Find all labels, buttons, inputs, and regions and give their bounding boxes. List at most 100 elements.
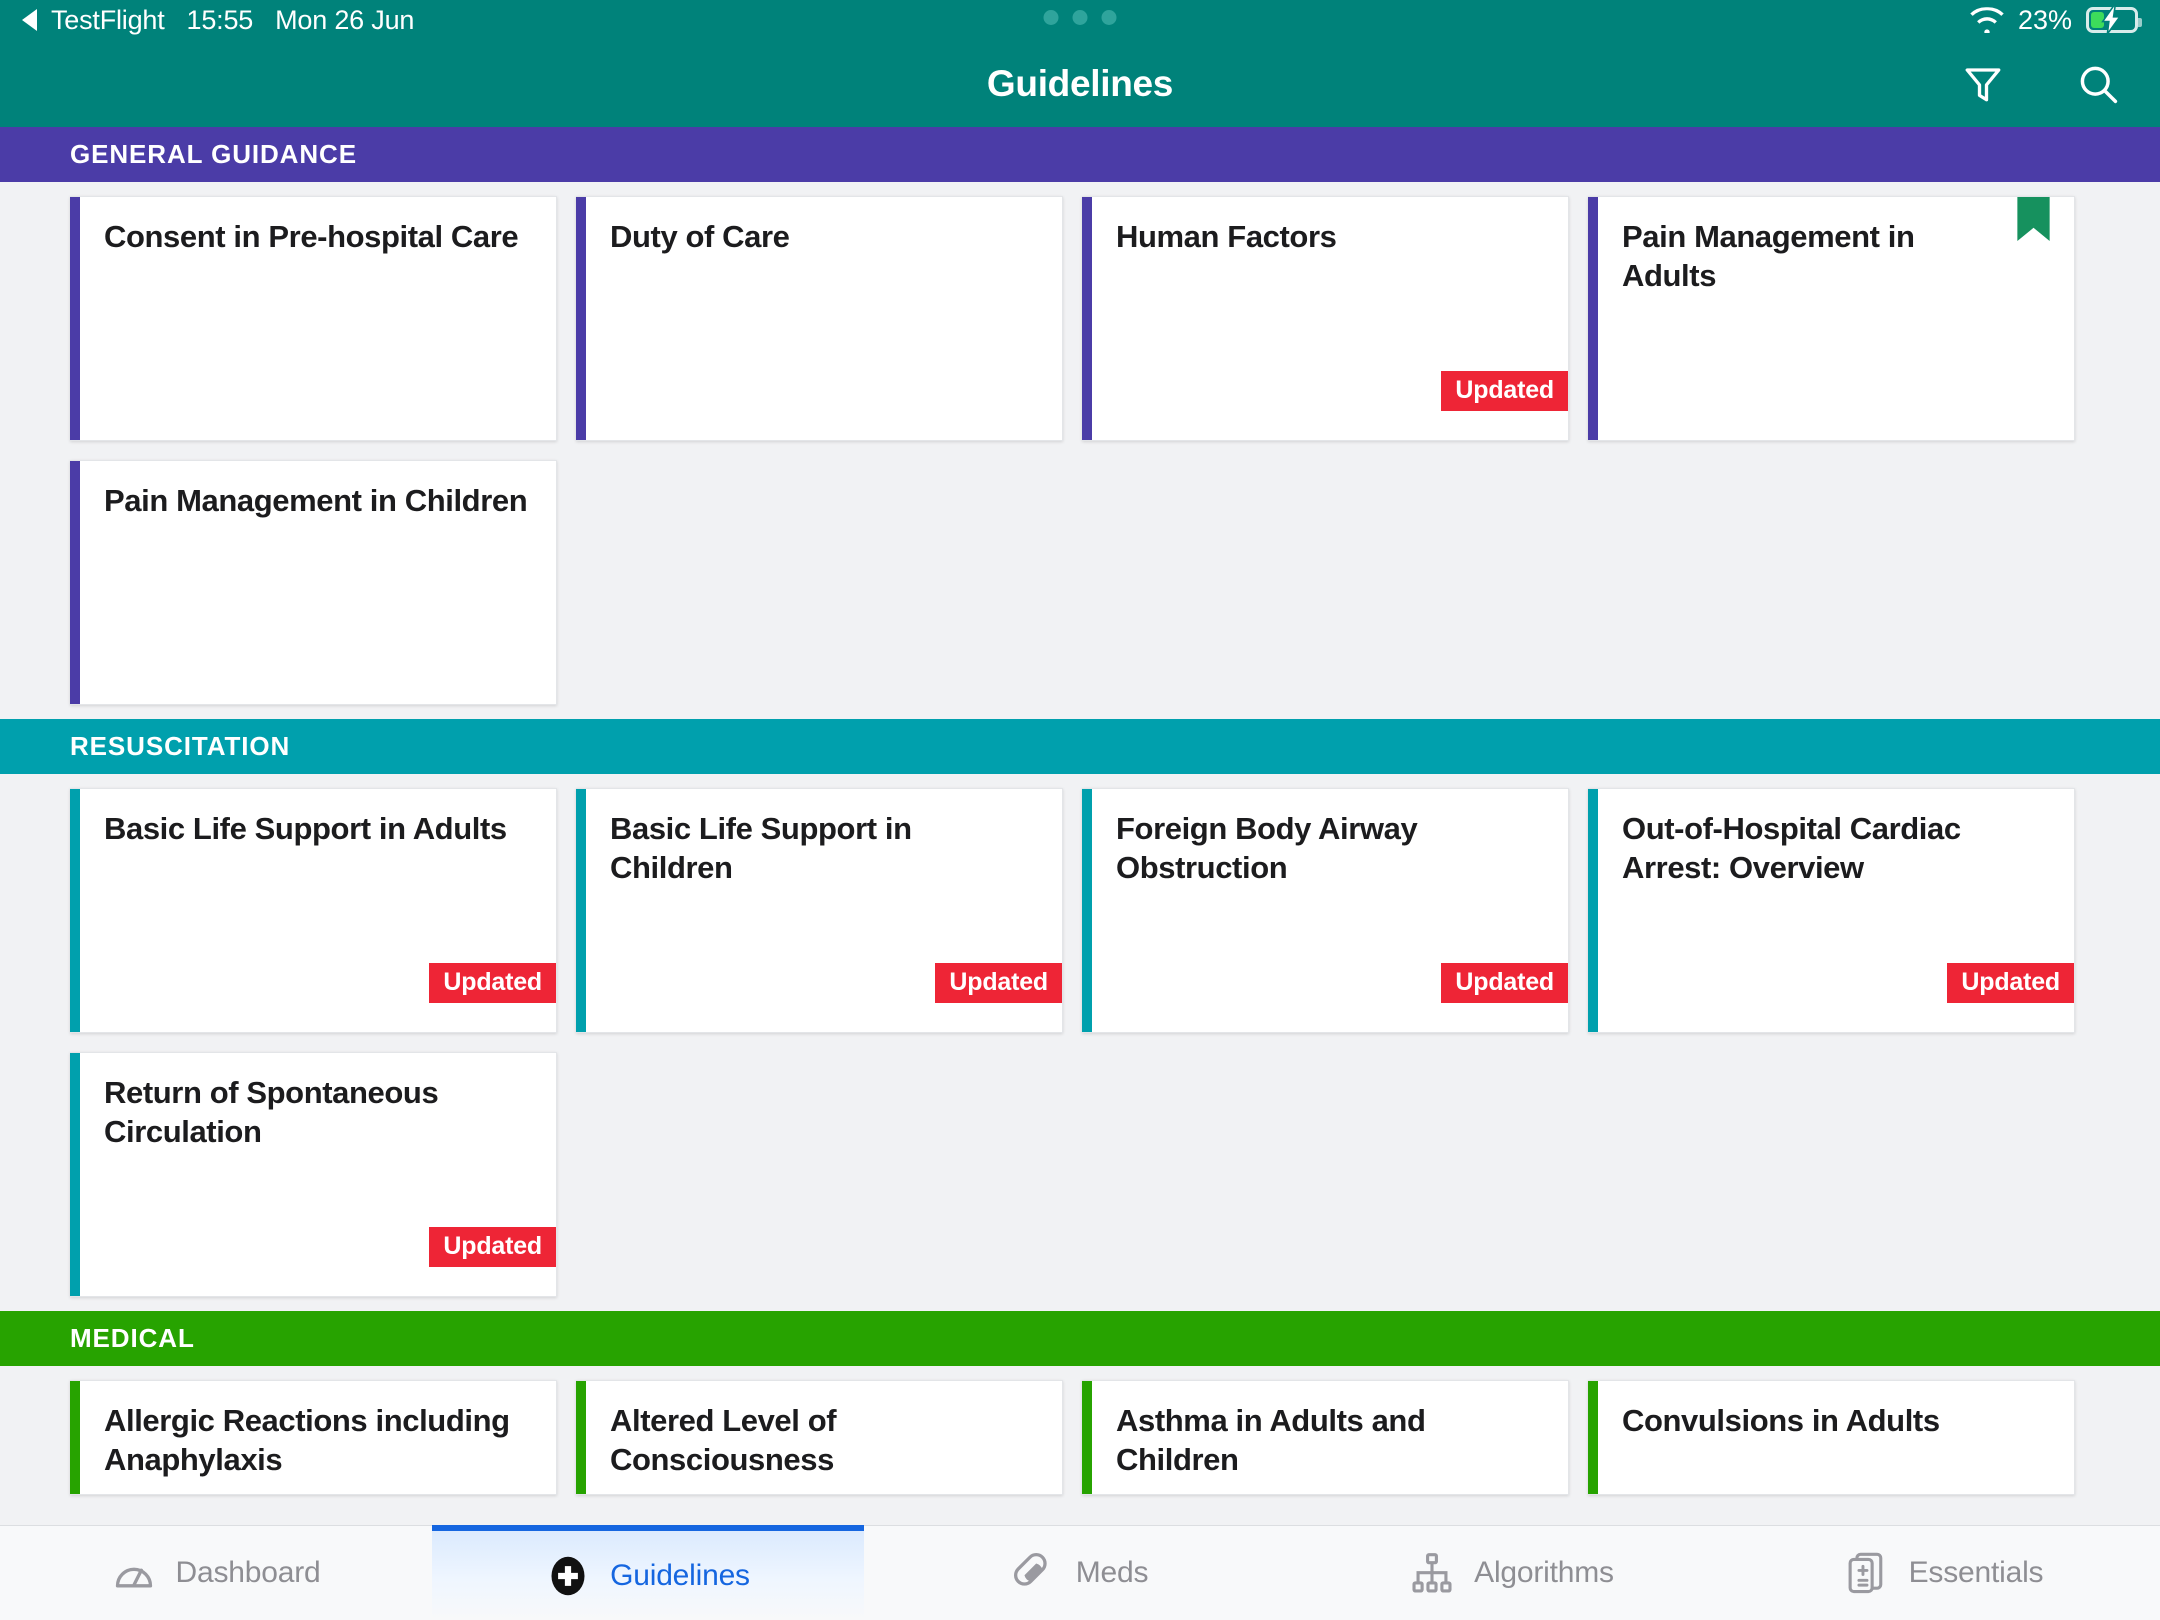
card-title: Basic Life Support in Children	[610, 811, 912, 886]
guideline-card[interactable]: Human Factors Updated	[1082, 196, 1569, 441]
card-title: Duty of Care	[610, 219, 790, 254]
charging-bolt-icon	[2101, 6, 2122, 34]
card-body: Foreign Body Airway Obstruction Updated	[1092, 789, 1568, 1032]
guideline-card[interactable]: Consent in Pre-hospital Care	[70, 196, 557, 441]
page-title: Guidelines	[986, 62, 1174, 104]
card-accent-bar	[1588, 1381, 1598, 1494]
tab-essentials[interactable]: Essentials	[1728, 1526, 2160, 1620]
card-body: Pain Management in Adults	[1598, 197, 2074, 440]
card-title: Convulsions in Adults	[1622, 1403, 1940, 1438]
tab-guidelines[interactable]: Guidelines	[432, 1525, 864, 1620]
card-body: Basic Life Support in Children Updated	[586, 789, 1062, 1032]
status-badge: Updated	[429, 963, 556, 1003]
guideline-card[interactable]: Pain Management in Adults	[1588, 196, 2075, 441]
bottom-tab-bar: Dashboard Guidelines Meds Algorithms Ess…	[0, 1525, 2160, 1620]
gauge-icon	[115, 1567, 152, 1588]
card-title: Asthma in Adults and Children	[1116, 1403, 1426, 1478]
card-title: Basic Life Support in Adults	[104, 811, 507, 846]
tab-algorithms[interactable]: Algorithms	[1296, 1526, 1728, 1620]
section-header-general-guidance: GENERAL GUIDANCE	[0, 127, 2160, 182]
status-badge: Updated	[429, 1227, 556, 1267]
tab-meds[interactable]: Meds	[864, 1526, 1296, 1620]
status-bar: TestFlight 15:55 Mon 26 Jun 23%	[0, 0, 2160, 40]
back-chevron-icon[interactable]	[22, 9, 37, 31]
battery-percent-label: 23%	[2017, 4, 2072, 35]
status-badge: Updated	[935, 963, 1062, 1003]
nav-actions	[1962, 62, 2120, 106]
card-title: Foreign Body Airway Obstruction	[1116, 811, 1418, 886]
tab-label: Essentials	[1908, 1556, 2044, 1589]
card-title: Consent in Pre-hospital Care	[104, 219, 519, 254]
card-accent-bar	[1588, 197, 1598, 440]
tab-label: Guidelines	[610, 1558, 750, 1592]
guidelines-scroll-area[interactable]: GENERAL GUIDANCE Consent in Pre-hospital…	[0, 127, 2160, 1525]
card-body: Consent in Pre-hospital Care	[80, 197, 556, 440]
card-accent-bar	[70, 1053, 80, 1296]
guideline-card[interactable]: Basic Life Support in Adults Updated	[70, 788, 557, 1033]
guideline-card[interactable]: Altered Level of Consciousness	[576, 1380, 1063, 1495]
card-body: Out-of-Hospital Cardiac Arrest: Overview…	[1598, 789, 2074, 1032]
filter-button[interactable]	[1962, 63, 2004, 105]
pill-icon	[1013, 1553, 1047, 1586]
guideline-card[interactable]: Duty of Care	[576, 196, 1063, 441]
medical-cross-icon	[551, 1556, 585, 1595]
page-indicator-dots	[1043, 10, 1117, 25]
card-grid-medical: Allergic Reactions including Anaphylaxis…	[0, 1366, 2160, 1509]
status-badge: Updated	[1441, 963, 1568, 1003]
navigation-bar: Guidelines	[0, 40, 2160, 127]
card-accent-bar	[1082, 197, 1092, 440]
tab-label: Algorithms	[1474, 1556, 1614, 1589]
guideline-card[interactable]: Out-of-Hospital Cardiac Arrest: Overview…	[1588, 788, 2075, 1033]
tab-label: Meds	[1075, 1556, 1149, 1589]
search-icon	[2080, 66, 2118, 103]
status-time: 15:55	[186, 4, 254, 35]
dot-1	[1043, 10, 1059, 25]
card-body: Return of Spontaneous Circulation Update…	[80, 1053, 556, 1296]
card-title: Altered Level of Consciousness	[610, 1403, 837, 1478]
card-body: Asthma in Adults and Children	[1092, 1381, 1568, 1494]
guideline-card[interactable]: Allergic Reactions including Anaphylaxis	[70, 1380, 557, 1495]
guideline-card[interactable]: Return of Spontaneous Circulation Update…	[70, 1052, 557, 1297]
card-title: Out-of-Hospital Cardiac Arrest: Overview	[1622, 811, 1961, 886]
card-title: Return of Spontaneous Circulation	[104, 1075, 439, 1150]
card-accent-bar	[70, 197, 80, 440]
card-accent-bar	[1082, 1381, 1092, 1494]
status-bar-right: 23%	[1970, 4, 2142, 36]
card-accent-bar	[70, 461, 80, 704]
card-title: Human Factors	[1116, 219, 1337, 254]
guideline-card[interactable]: Asthma in Adults and Children	[1082, 1380, 1569, 1495]
card-body: Convulsions in Adults	[1598, 1381, 2074, 1494]
card-body: Pain Management in Children	[80, 461, 556, 704]
card-grid-general-guidance: Consent in Pre-hospital Care Duty of Car…	[0, 182, 2160, 719]
guideline-card[interactable]: Foreign Body Airway Obstruction Updated	[1082, 788, 1569, 1033]
tab-label: Dashboard	[175, 1556, 321, 1589]
card-grid-resuscitation: Basic Life Support in Adults Updated Bas…	[0, 774, 2160, 1311]
card-accent-bar	[1082, 789, 1092, 1032]
card-accent-bar	[1588, 789, 1598, 1032]
tab-dashboard[interactable]: Dashboard	[0, 1526, 432, 1620]
status-badge: Updated	[1441, 371, 1568, 411]
dot-3	[1101, 10, 1117, 25]
guideline-card[interactable]: Convulsions in Adults	[1588, 1380, 2075, 1495]
status-badge: Updated	[1947, 963, 2074, 1003]
section-header-medical: MEDICAL	[0, 1311, 2160, 1366]
battery-charging-icon	[2086, 6, 2142, 34]
flowchart-icon	[1412, 1553, 1452, 1593]
card-body: Basic Life Support in Adults Updated	[80, 789, 556, 1032]
card-body: Duty of Care	[586, 197, 1062, 440]
card-title: Allergic Reactions including Anaphylaxis	[104, 1403, 510, 1478]
back-app-label[interactable]: TestFlight	[51, 5, 165, 36]
dot-2	[1072, 10, 1088, 25]
card-body: Allergic Reactions including Anaphylaxis	[80, 1381, 556, 1494]
card-accent-bar	[70, 789, 80, 1032]
card-title: Pain Management in Adults	[1622, 219, 1915, 294]
card-body: Altered Level of Consciousness	[586, 1381, 1062, 1494]
guideline-card[interactable]: Pain Management in Children	[70, 460, 557, 705]
bookmark-icon[interactable]	[2017, 197, 2050, 241]
guideline-card[interactable]: Basic Life Support in Children Updated	[576, 788, 1063, 1033]
search-button[interactable]	[2076, 62, 2120, 106]
card-accent-bar	[576, 789, 586, 1032]
wifi-icon	[1970, 7, 2004, 33]
status-bar-left: TestFlight 15:55 Mon 26 Jun	[22, 5, 414, 36]
card-accent-bar	[70, 1381, 80, 1494]
